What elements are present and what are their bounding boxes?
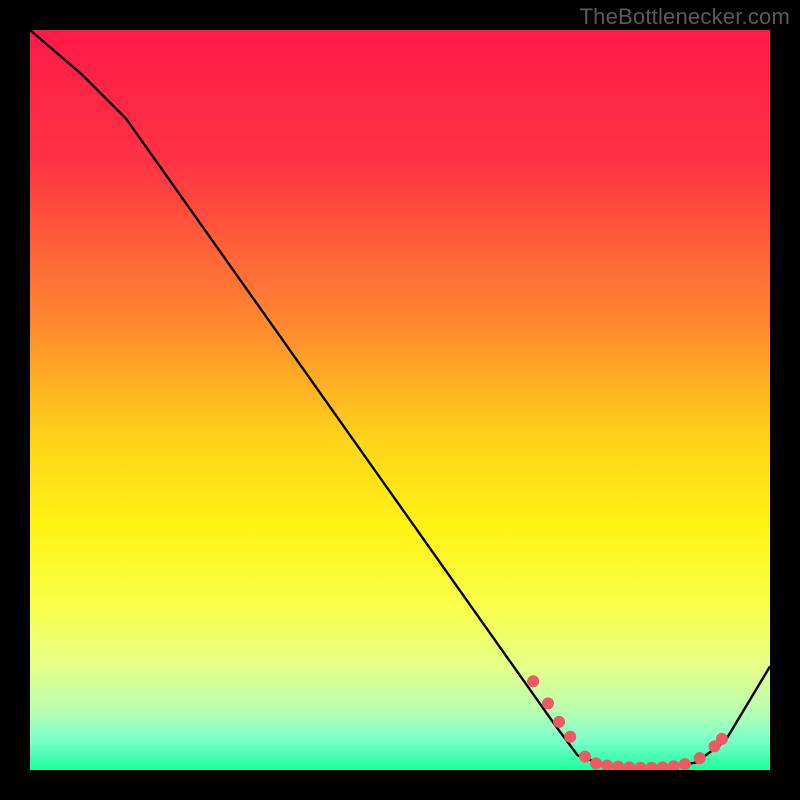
chart-frame: TheBottlenecker.com: [0, 0, 800, 800]
marker-dot: [579, 751, 591, 763]
marker-dot: [527, 675, 539, 687]
marker-dot: [694, 752, 706, 764]
marker-dot: [590, 757, 602, 769]
attribution-text: TheBottlenecker.com: [580, 4, 790, 30]
plot-area: [30, 30, 770, 770]
marker-dot: [564, 731, 576, 743]
bottleneck-chart: [30, 30, 770, 770]
marker-dot: [679, 758, 691, 770]
marker-dot: [716, 733, 728, 745]
marker-dot: [553, 716, 565, 728]
marker-dot: [542, 697, 554, 709]
